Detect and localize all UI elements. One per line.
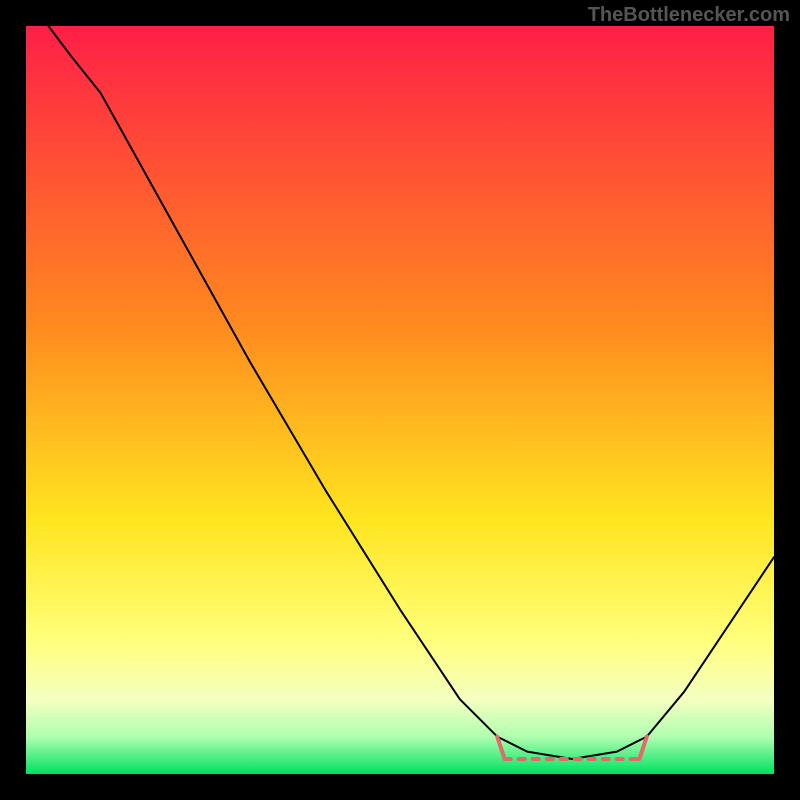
bottleneck-chart	[26, 26, 774, 774]
gradient-background	[26, 26, 774, 774]
watermark-text: TheBottlenecker.com	[588, 4, 790, 27]
chart-container	[26, 26, 774, 774]
